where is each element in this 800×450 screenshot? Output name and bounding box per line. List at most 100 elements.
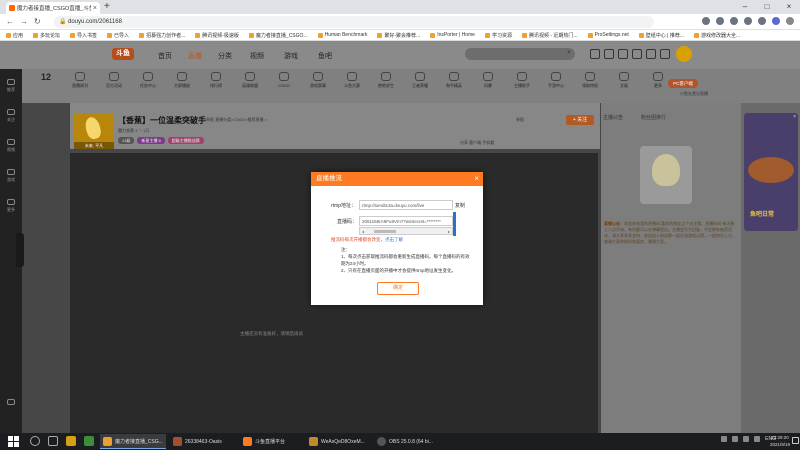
forward-icon[interactable]: →: [20, 17, 28, 26]
tray-icon[interactable]: [732, 436, 739, 442]
learn-more-link[interactable]: 点击了解: [385, 237, 403, 242]
sidebar-item-game[interactable]: 游戏: [0, 169, 22, 183]
category-item[interactable]: 排行榜: [198, 72, 234, 89]
stream-code-scroll[interactable]: ◂ ▸: [359, 227, 453, 235]
bookmark-item[interactable]: 腾讯视频 - 近期热门...: [521, 32, 578, 39]
scroll-right-icon[interactable]: ▸: [448, 229, 450, 234]
message-icon[interactable]: [618, 49, 628, 59]
taskbar-app-douyu[interactable]: 斗鱼直播平台: [240, 434, 306, 449]
bookmark-item[interactable]: InsPorter | Home: [430, 32, 475, 38]
taskbar-app-obs[interactable]: OBS 25.0.8 (64 bi...: [374, 434, 440, 449]
category-item[interactable]: CSGO: [266, 72, 302, 88]
more-menu-icon[interactable]: [786, 17, 794, 25]
sidebar-item-more[interactable]: 更多: [0, 199, 22, 213]
search-icon[interactable]: ⌕: [567, 49, 571, 57]
sidebar-collapse-handle[interactable]: [16, 233, 24, 267]
stream-code-field[interactable]: 2061168rA8Fu8Vm??wsSecret=********: [359, 216, 453, 226]
nav-category[interactable]: 分类: [218, 51, 232, 61]
category-item[interactable]: 主播助手: [504, 72, 540, 89]
taskbar-clock[interactable]: 23:29:20 2021/9/19: [770, 434, 790, 448]
follow-icon[interactable]: [604, 49, 614, 59]
volume-icon[interactable]: [754, 436, 761, 442]
sidebar-item-home[interactable]: 推荐: [0, 79, 22, 93]
reload-icon[interactable]: ↻: [34, 17, 41, 26]
report-link[interactable]: 举报: [516, 117, 524, 123]
url-input[interactable]: 🔒 douyu.com/2061168: [54, 16, 654, 28]
profile-icon[interactable]: [772, 17, 780, 25]
nav-video[interactable]: 视频: [250, 51, 264, 61]
bookmark-item[interactable]: Human Benchmark: [317, 32, 367, 38]
category-item[interactable]: 文娱: [606, 72, 642, 89]
rewards-link[interactable]: 小鱼丸赏分直播: [680, 91, 708, 97]
category-item[interactable]: 大屏播放: [164, 72, 200, 89]
bookmark-item[interactable]: 多玩论坛: [33, 32, 60, 39]
side-ad[interactable]: × 鱼吧日常: [744, 113, 798, 231]
back-icon[interactable]: ←: [6, 17, 14, 26]
sidebar-item-settings[interactable]: [0, 399, 22, 407]
browser-tab[interactable]: 魔力者接直播_CSGO直播_斗鱼直播 ×: [6, 2, 100, 14]
bookmark-item[interactable]: 魔力者接直播_CSGO...: [248, 32, 308, 39]
category-item[interactable]: 王者荣耀: [402, 72, 438, 89]
category-item[interactable]: 绝地求生: [368, 72, 404, 89]
close-ad-icon[interactable]: ×: [793, 114, 796, 120]
follow-button[interactable]: + 关注: [566, 115, 594, 125]
mail-icon[interactable]: [660, 49, 670, 59]
category-item[interactable]: 英雄联盟: [232, 72, 268, 89]
extension-icon[interactable]: [744, 17, 752, 25]
taskbar-app-chrome[interactable]: 魔力者接直播_CSG...: [100, 434, 166, 449]
close-window-icon[interactable]: ×: [778, 0, 800, 14]
file-explorer-icon[interactable]: [66, 436, 76, 446]
maximize-icon[interactable]: □: [756, 0, 778, 14]
taskbar-app-oasis[interactable]: 26338463-Oasis: [170, 434, 236, 449]
sidebar-item-follow[interactable]: 关注: [0, 109, 22, 123]
event-badge[interactable]: 超级主播挑战赛: [167, 137, 204, 144]
dialog-close-icon[interactable]: ×: [474, 172, 479, 186]
room-tools[interactable]: 分享 客户端 手机看: [460, 140, 494, 146]
tab-fan-rank[interactable]: 粉丝团排行: [641, 114, 666, 121]
bookmark-item[interactable]: 已导入: [107, 32, 129, 39]
client-download-button[interactable]: PC客户端: [668, 79, 698, 88]
nvidia-icon[interactable]: [84, 436, 94, 446]
bookmark-item[interactable]: 游戏修改器大全...: [694, 32, 740, 39]
history-icon[interactable]: [590, 49, 600, 59]
task-view-icon[interactable]: [48, 436, 58, 446]
minimize-icon[interactable]: –: [734, 0, 756, 14]
nav-home[interactable]: 首页: [158, 51, 172, 61]
category-item[interactable]: 直播周刊: [62, 72, 98, 89]
room-breadcrumb[interactable]: 举报 直播分类>CSGO>推荐直播 >: [206, 117, 267, 123]
rtmp-address-field[interactable]: rtmp://sendtc3a.douyu.com/live: [359, 200, 453, 210]
nav-game[interactable]: 游戏: [284, 51, 298, 61]
room-avatar[interactable]: 未来, 平凡: [74, 113, 114, 149]
bookmark-item[interactable]: 应用: [6, 32, 23, 39]
new-tab-button[interactable]: +: [104, 1, 110, 12]
category-item[interactable]: 斗鱼大赛: [334, 72, 370, 89]
extension-icon[interactable]: [716, 17, 724, 25]
confirm-button[interactable]: 确定: [377, 282, 419, 295]
windows-logo-icon[interactable]: [8, 436, 19, 447]
extension-icon[interactable]: [702, 17, 710, 25]
network-icon[interactable]: [743, 436, 750, 442]
bookmark-item[interactable]: 招募强力创作者...: [139, 32, 185, 39]
bookmark-item[interactable]: 壁纸中心 | 推荐...: [638, 32, 684, 39]
download-icon[interactable]: [646, 49, 656, 59]
site-search-input[interactable]: ⌕: [465, 48, 575, 60]
copy-button[interactable]: 复制: [455, 202, 465, 209]
category-item[interactable]: 风暴: [470, 72, 506, 89]
user-avatar[interactable]: [676, 46, 692, 62]
category-item[interactable]: 和平精英: [436, 72, 472, 89]
category-item[interactable]: 任务中心: [130, 72, 166, 89]
extension-icon[interactable]: [730, 17, 738, 25]
scroll-thumb[interactable]: [374, 230, 396, 233]
category-item[interactable]: 领取特权: [572, 72, 608, 89]
nav-live[interactable]: 直播: [188, 51, 202, 61]
sidebar-item-video[interactable]: 视频: [0, 139, 22, 153]
extension-icon[interactable]: [758, 17, 766, 25]
search-icon[interactable]: [30, 436, 40, 446]
tray-icon[interactable]: [721, 436, 728, 442]
category-item[interactable]: 官方活动: [96, 72, 132, 89]
taskbar-app-browser2[interactable]: WeAsQeD8OxeM...: [306, 434, 372, 449]
category-item[interactable]: 手游中心: [538, 72, 574, 89]
video-icon[interactable]: [632, 49, 642, 59]
tab-close-icon[interactable]: ×: [93, 5, 97, 12]
notification-icon[interactable]: [792, 437, 799, 444]
